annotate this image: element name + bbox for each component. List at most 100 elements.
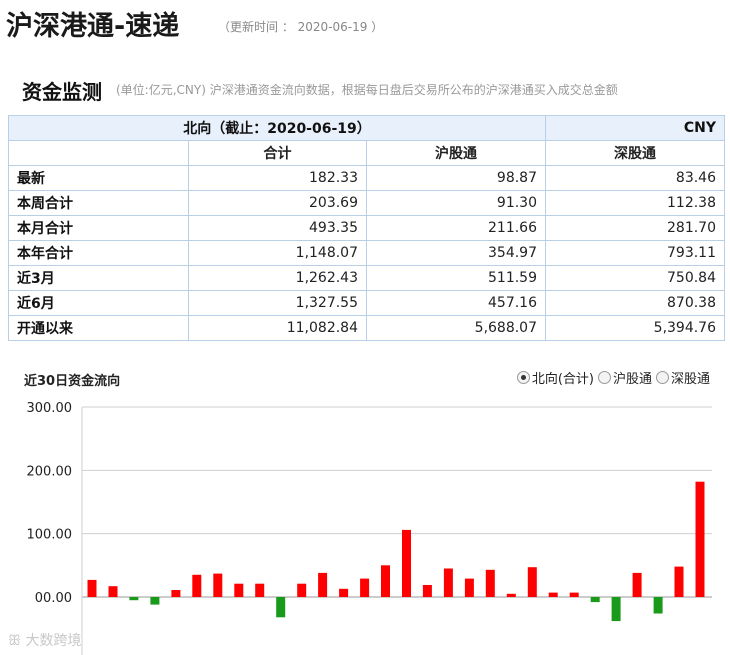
radio-label: 沪股通 [612,372,652,387]
table-column-head: 合计 沪股通 深股通 [8,140,725,166]
cell-total: 1,327.55 [188,290,367,316]
flow-radio-group: 北向(合计) 沪股通 深股通 [513,368,710,387]
radio-unselected-icon [655,371,669,384]
flow-bar[interactable] [213,573,223,597]
cell-sz: 793.11 [545,240,725,266]
update-date: 2020-06-19 [297,20,368,34]
flow-bar[interactable] [255,583,265,597]
flow-bar[interactable] [108,586,118,597]
section-description: (单位:亿元,CNY) 沪深港通资金流向数据，根据每日盘后交易所公布的沪深港通买… [116,83,618,97]
y-tick-label: 200.00 [27,464,73,479]
flow-bar[interactable] [402,529,411,597]
row-label: 最新 [8,165,189,191]
watermark: ꕥ 大数跨境 [8,630,81,650]
radio-unselected-icon [597,371,611,384]
radio-sh-connect[interactable]: 沪股通 [597,368,652,387]
update-label: （更新时间 ： [218,20,294,34]
flow-bar[interactable] [87,579,97,597]
flow-bar[interactable] [632,572,642,597]
table-row: 最新 182.33 98.87 83.46 [8,165,725,191]
column-header-sh: 沪股通 [366,140,546,166]
update-time: （更新时间 ： 2020-06-19 ） [218,18,383,35]
cell-sz: 870.38 [545,290,725,316]
update-close: ） [371,20,384,34]
y-tick-label: 00.00 [35,591,72,606]
radio-selected-icon [516,371,530,384]
row-label: 开通以来 [8,315,189,341]
flow-bar[interactable] [381,565,390,597]
row-label: 本周合计 [8,190,189,216]
cell-sh: 98.87 [366,165,546,191]
cell-total: 1,148.07 [188,240,367,266]
cell-total: 493.35 [188,215,367,241]
row-label: 近6月 [8,290,189,316]
cell-sh: 5,688.07 [366,315,546,341]
y-tick-label: 100.00 [27,528,73,543]
flow-bar[interactable] [548,592,558,597]
table-row: 本月合计 493.35 211.66 281.70 [8,215,725,241]
fund-monitor-table-wrap: 北向（截止：2020-06-19） CNY 合计 沪股通 深股通 最新 182.… [8,115,725,341]
fund-monitor-table: 北向（截止：2020-06-19） CNY 合计 沪股通 深股通 最新 182.… [8,115,725,341]
flow-bar[interactable] [339,588,349,597]
flow-bar[interactable] [653,597,663,614]
table-currency: CNY [545,115,725,141]
cell-sz: 5,394.76 [545,315,725,341]
flow-bar[interactable] [443,568,453,598]
flow-bar[interactable] [485,569,495,597]
flow-bar-chart: 300.00 200.00 100.00 00.00 [27,401,712,655]
row-label: 近3月 [8,265,189,291]
flow-bar[interactable] [464,578,474,597]
y-tick-label: 300.00 [27,401,73,416]
table-row: 近6月 1,327.55 457.16 870.38 [8,290,725,316]
column-header-empty [8,140,189,166]
flow-bar[interactable] [234,583,244,597]
flow-bar[interactable] [569,592,579,597]
cell-sz: 83.46 [545,165,725,191]
section-title: 资金监测 [22,80,102,104]
cell-total: 203.69 [188,190,367,216]
flow-bar[interactable] [611,597,621,622]
cell-sh: 211.66 [366,215,546,241]
flow-bar[interactable] [422,585,432,597]
flow-bar[interactable] [590,597,600,603]
table-header-title: 北向（截止：2020-06-19） [8,115,546,141]
row-label: 本年合计 [8,240,189,266]
table-header-row: 北向（截止：2020-06-19） CNY [8,115,725,141]
table-row: 近3月 1,262.43 511.59 750.84 [8,265,725,291]
table-row: 本周合计 203.69 91.30 112.38 [8,190,725,216]
cell-sz: 281.70 [545,215,725,241]
cell-sz: 112.38 [545,190,725,216]
cell-total: 11,082.84 [188,315,367,341]
page-title: 沪深港通-速递 [6,11,180,42]
column-header-total: 合计 [188,140,367,166]
flow-bar[interactable] [276,597,286,618]
radio-label: 深股通 [670,372,710,387]
flow-bar[interactable] [360,578,370,597]
cell-sz: 750.84 [545,265,725,291]
row-label: 本月合计 [8,215,189,241]
column-header-sz: 深股通 [545,140,725,166]
radio-label: 北向(合计) [531,372,594,387]
flow-bar[interactable] [297,583,307,597]
flow-bar[interactable] [527,567,537,597]
flow-bar[interactable] [192,574,202,597]
cell-total: 182.33 [188,165,367,191]
flow-bar[interactable] [674,566,684,597]
table-row: 本年合计 1,148.07 354.97 793.11 [8,240,725,266]
radio-sz-connect[interactable]: 深股通 [655,368,710,387]
flow-bar[interactable] [150,597,160,605]
watermark-text: 大数跨境 [25,633,82,649]
cell-sh: 511.59 [366,265,546,291]
cell-total: 1,262.43 [188,265,367,291]
cell-sh: 457.16 [366,290,546,316]
flow-chart-title: 近30日资金流向 [24,374,121,389]
watermark-paw-icon: ꕥ [8,633,21,649]
flow-bar[interactable] [318,572,328,597]
flow-bar[interactable] [695,481,705,597]
radio-northbound-total[interactable]: 北向(合计) [516,368,594,387]
flow-bar[interactable] [171,590,181,597]
cell-sh: 354.97 [366,240,546,266]
flow-bar[interactable] [129,597,139,601]
flow-bar[interactable] [506,593,516,597]
cell-sh: 91.30 [366,190,546,216]
